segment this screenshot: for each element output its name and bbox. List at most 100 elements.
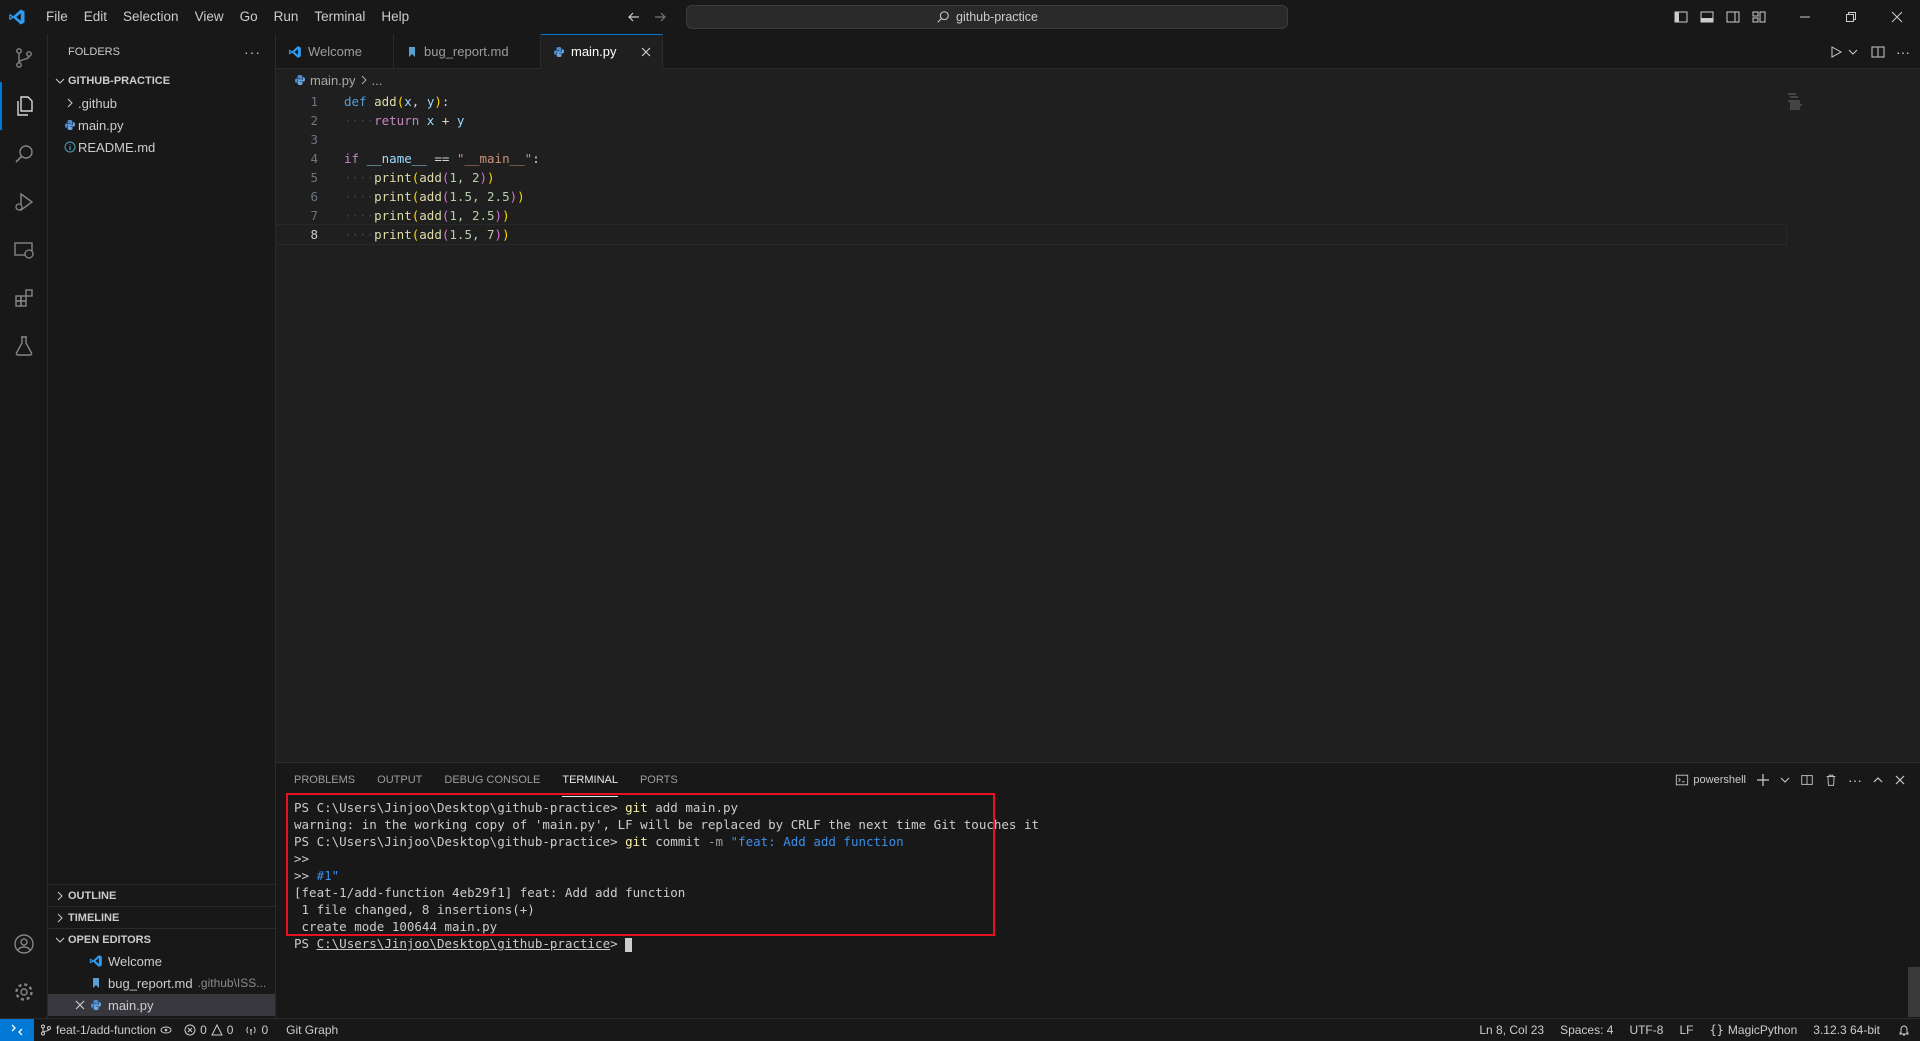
sidebar-bottom-sections: OUTLINE TIMELINE OPEN EDITORS Welcome bu…	[48, 884, 275, 1016]
close-tab-icon[interactable]	[641, 47, 651, 57]
branch-indicator[interactable]: feat-1/add-function	[34, 1019, 178, 1041]
vscode-logo-icon	[0, 0, 34, 34]
menu-file[interactable]: File	[38, 0, 76, 34]
settings-gear-icon[interactable]	[0, 968, 48, 1016]
forward-arrow-icon[interactable]	[652, 9, 668, 25]
line-number: 2	[310, 113, 318, 128]
split-terminal-icon[interactable]	[1800, 773, 1814, 787]
tab-main-py[interactable]: main.py	[541, 34, 663, 69]
run-python-icon[interactable]	[1828, 44, 1844, 60]
toggle-secondary-sidebar-icon[interactable]	[1720, 0, 1746, 34]
project-folder[interactable]: GITHUB-PRACTICE	[48, 70, 275, 92]
shell-name: powershell	[1693, 774, 1746, 786]
timeline-section[interactable]: TIMELINE	[48, 906, 275, 928]
more-actions-icon[interactable]: ···	[244, 44, 261, 60]
encoding[interactable]: UTF-8	[1621, 1019, 1671, 1041]
menu-edit[interactable]: Edit	[76, 0, 115, 34]
language-mode[interactable]: {} MagicPython	[1701, 1019, 1805, 1041]
maximize-panel-icon[interactable]	[1872, 774, 1884, 786]
tab-ports[interactable]: PORTS	[640, 763, 678, 797]
menu-run[interactable]: Run	[266, 0, 307, 34]
search-icon	[936, 10, 950, 24]
toggle-primary-sidebar-icon[interactable]	[1668, 0, 1694, 34]
python-interpreter[interactable]: 3.12.3 64-bit	[1805, 1019, 1888, 1041]
remote-indicator-icon[interactable]	[0, 1018, 34, 1041]
indentation[interactable]: Spaces: 4	[1552, 1019, 1621, 1041]
extensions-icon[interactable]	[0, 274, 48, 322]
python-file-icon	[294, 74, 306, 86]
notifications-bell-icon[interactable]	[1888, 1019, 1920, 1041]
run-debug-icon[interactable]	[0, 178, 48, 226]
git-graph-button[interactable]: Git Graph	[280, 1019, 344, 1041]
tab-bug-report[interactable]: bug_report.md	[394, 34, 541, 69]
close-icon[interactable]	[72, 997, 88, 1013]
tab-terminal[interactable]: TERMINAL	[562, 763, 618, 797]
code-token: 1, 2.5	[449, 208, 495, 223]
tree-item-main-py[interactable]: main.py	[48, 114, 275, 136]
outline-section[interactable]: OUTLINE	[48, 884, 275, 906]
tree-item-readme[interactable]: README.md	[48, 136, 275, 158]
close-window-icon[interactable]	[1874, 0, 1920, 34]
breadcrumb-file[interactable]: main.py	[310, 73, 356, 88]
radio-tower-icon	[245, 1024, 257, 1036]
search-view-icon[interactable]	[0, 130, 48, 178]
open-editor-bug-report[interactable]: bug_report.md .github\ISS...	[48, 972, 275, 994]
line-number: 4	[310, 151, 318, 166]
explorer-icon[interactable]	[0, 82, 48, 130]
tree-item-github-folder[interactable]: .github	[48, 92, 275, 114]
line-number: 7	[310, 208, 318, 223]
more-actions-icon[interactable]: ···	[1896, 44, 1910, 60]
navigation-arrows	[626, 0, 668, 34]
ports-indicator[interactable]: 0	[239, 1019, 274, 1041]
chevron-down-icon[interactable]	[1780, 775, 1790, 785]
tab-debug-console[interactable]: DEBUG CONSOLE	[444, 763, 540, 797]
problems-indicator[interactable]: 0 0	[178, 1019, 239, 1041]
close-panel-icon[interactable]	[1894, 774, 1906, 786]
command-center-search[interactable]: github-practice	[686, 5, 1288, 29]
customize-layout-icon[interactable]	[1746, 0, 1772, 34]
more-actions-icon[interactable]: ···	[1848, 772, 1862, 788]
split-editor-icon[interactable]	[1870, 44, 1886, 60]
menu-terminal[interactable]: Terminal	[306, 0, 373, 34]
remote-explorer-icon[interactable]	[0, 226, 48, 274]
braces-icon: {}	[1709, 1023, 1724, 1037]
back-arrow-icon[interactable]	[626, 9, 642, 25]
tab-label: bug_report.md	[424, 44, 509, 59]
toggle-panel-icon[interactable]	[1694, 0, 1720, 34]
menu-go[interactable]: Go	[232, 0, 266, 34]
code-editor[interactable]: 1 def add(x, y): 2 ····return x + y 3 4 if …	[275, 92, 1787, 245]
code-token: 1.5, 7	[449, 227, 495, 242]
minimap[interactable]	[1786, 92, 1816, 112]
markdown-file-icon	[88, 975, 104, 991]
tab-welcome[interactable]: Welcome	[276, 34, 394, 69]
open-editors-section[interactable]: OPEN EDITORS	[48, 928, 275, 950]
menu-selection[interactable]: Selection	[115, 0, 187, 34]
panel-actions: powershell ···	[1675, 763, 1906, 797]
tab-problems[interactable]: PROBLEMS	[294, 763, 355, 797]
code-token: 1, 2	[449, 170, 480, 185]
git-branch-icon	[40, 1024, 52, 1036]
minimize-icon[interactable]	[1782, 0, 1828, 34]
open-editor-welcome[interactable]: Welcome	[48, 950, 275, 972]
new-terminal-icon[interactable]	[1756, 773, 1770, 787]
menu-view[interactable]: View	[187, 0, 232, 34]
terminal-selector[interactable]: powershell	[1675, 773, 1746, 787]
tab-output[interactable]: OUTPUT	[377, 763, 422, 797]
code-token: :	[532, 151, 540, 166]
accounts-icon[interactable]	[0, 920, 48, 968]
terminal-cursor	[625, 937, 633, 952]
open-editor-main-py[interactable]: main.py	[48, 994, 275, 1016]
status-right: Ln 8, Col 23 Spaces: 4 UTF-8 LF {} Magic…	[1471, 1019, 1920, 1041]
trash-icon[interactable]	[1824, 773, 1838, 787]
end-of-line[interactable]: LF	[1671, 1019, 1701, 1041]
restore-icon[interactable]	[1828, 0, 1874, 34]
source-control-icon[interactable]	[0, 34, 48, 82]
breadcrumb-symbol[interactable]: ...	[372, 73, 383, 88]
terminal-path-link[interactable]: C:\Users\Jinjoo\Desktop\github-practice	[317, 936, 611, 951]
terminal-scrollbar[interactable]	[1908, 967, 1920, 1017]
chevron-down-icon[interactable]	[1848, 47, 1858, 57]
terminal-prompt: PS	[294, 936, 310, 951]
menu-help[interactable]: Help	[373, 0, 417, 34]
testing-flask-icon[interactable]	[0, 322, 48, 370]
cursor-position[interactable]: Ln 8, Col 23	[1471, 1019, 1552, 1041]
